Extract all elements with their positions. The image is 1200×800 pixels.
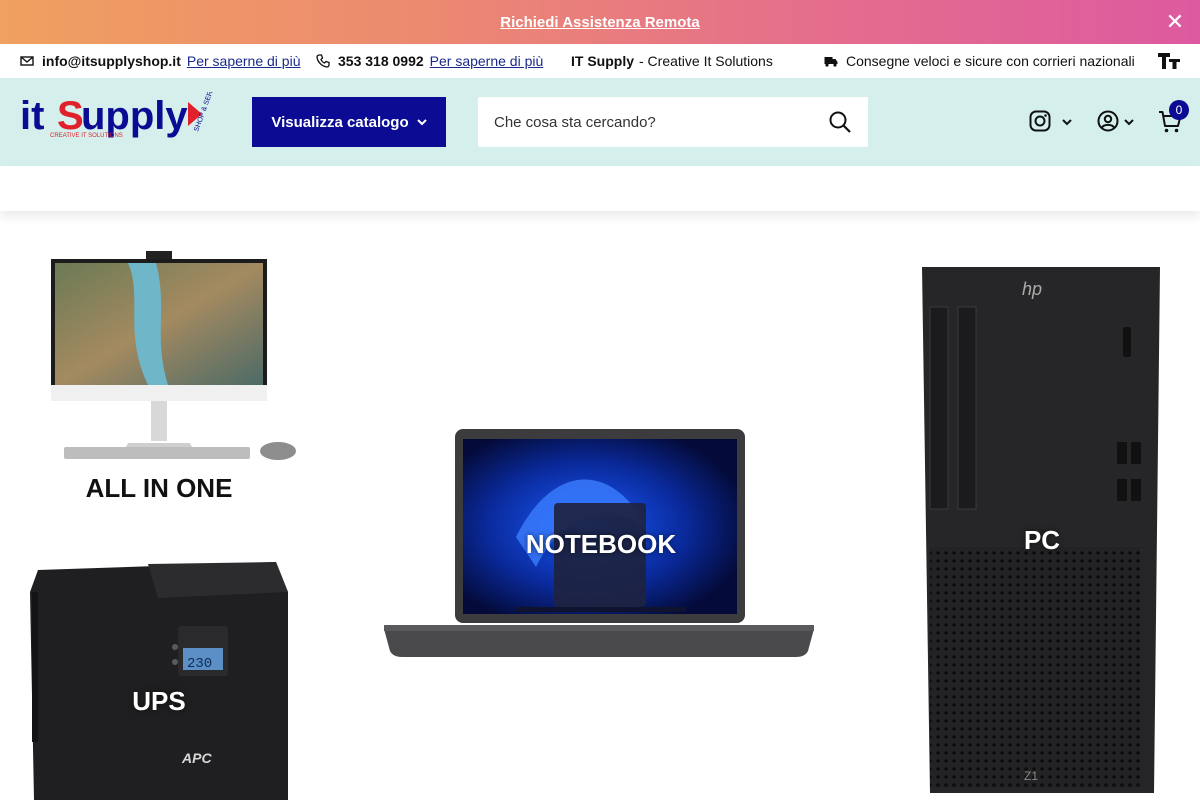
phone-learn-more-link[interactable]: Per saperne di più [430, 53, 544, 69]
svg-text:S: S [57, 94, 84, 138]
email-address: info@itsupplyshop.it [42, 53, 181, 69]
svg-text:hp: hp [1022, 279, 1042, 299]
social-chevron-down-icon[interactable] [1062, 118, 1072, 126]
navigation-bar [0, 166, 1200, 211]
phone-number: 353 318 0992 [338, 53, 424, 69]
category-label-notebook: NOTEBOOK [525, 529, 677, 559]
mail-icon [20, 56, 34, 66]
catalog-button[interactable]: Visualizza catalogo [252, 97, 446, 147]
email-info: info@itsupplyshop.it Per saperne di più [20, 53, 301, 69]
announcement-bar: Richiedi Assistenza Remota ✕ [0, 0, 1200, 44]
site-header: it S upply CREATIVE IT SOLUTIONS SHOP & … [0, 75, 1200, 166]
category-tile-all-in-one[interactable]: ALL IN ONE [18, 237, 300, 537]
brand-name: IT Supply [571, 53, 634, 69]
svg-text:CREATIVE IT SOLUTIONS: CREATIVE IT SOLUTIONS [50, 133, 123, 139]
category-tile-notebook[interactable]: NOTEBOOK [316, 237, 886, 800]
category-label-pc: PC [1023, 525, 1061, 555]
account-icon[interactable] [1097, 110, 1119, 132]
svg-text:upply: upply [81, 94, 188, 138]
logo-graphic: it S upply CREATIVE IT SOLUTIONS SHOP & … [20, 75, 220, 139]
category-label-ups: UPS [132, 686, 186, 716]
phone-icon [316, 54, 330, 68]
instagram-icon[interactable] [1029, 110, 1051, 132]
svg-text:it: it [20, 94, 44, 138]
catalog-button-label: Visualizza catalogo [271, 113, 409, 131]
svg-text:230: 230 [187, 656, 212, 672]
close-icon[interactable]: ✕ [1164, 11, 1186, 33]
category-tile-pc[interactable]: hp Z1 PC [902, 237, 1182, 800]
svg-text:Z1: Z1 [1024, 769, 1038, 783]
shipping-info: Consegne veloci e sicure con corrieri na… [824, 53, 1135, 69]
chevron-down-icon [416, 119, 427, 126]
remote-assistance-link[interactable]: Richiedi Assistenza Remota [500, 14, 700, 31]
phone-info: 353 318 0992 Per saperne di più [316, 53, 543, 69]
brand-tagline: - Creative It Solutions [639, 53, 773, 69]
notebook-image [384, 429, 814, 657]
all-in-one-image [51, 251, 296, 460]
site-logo[interactable]: it S upply CREATIVE IT SOLUTIONS SHOP & … [20, 75, 220, 152]
info-bar: info@itsupplyshop.it Per saperne di più … [0, 44, 1200, 78]
truck-icon [824, 57, 838, 67]
cart-count-badge: 0 [1169, 100, 1189, 120]
search-box [478, 97, 868, 147]
shipping-text: Consegne veloci e sicure con corrieri na… [846, 53, 1135, 69]
category-tile-ups[interactable]: 230 APC UPS [18, 552, 300, 800]
brand-info: IT Supply - Creative It Solutions [571, 53, 773, 69]
font-size-icon[interactable] [1157, 51, 1181, 71]
pc-image: hp Z1 [922, 267, 1160, 793]
search-input[interactable] [478, 97, 818, 147]
svg-text:APC: APC [181, 750, 212, 766]
search-icon[interactable] [828, 110, 852, 134]
account-chevron-down-icon[interactable] [1124, 118, 1134, 126]
category-label-all-in-one: ALL IN ONE [85, 473, 233, 503]
email-learn-more-link[interactable]: Per saperne di più [187, 53, 301, 69]
ups-image: 230 APC [30, 562, 288, 800]
